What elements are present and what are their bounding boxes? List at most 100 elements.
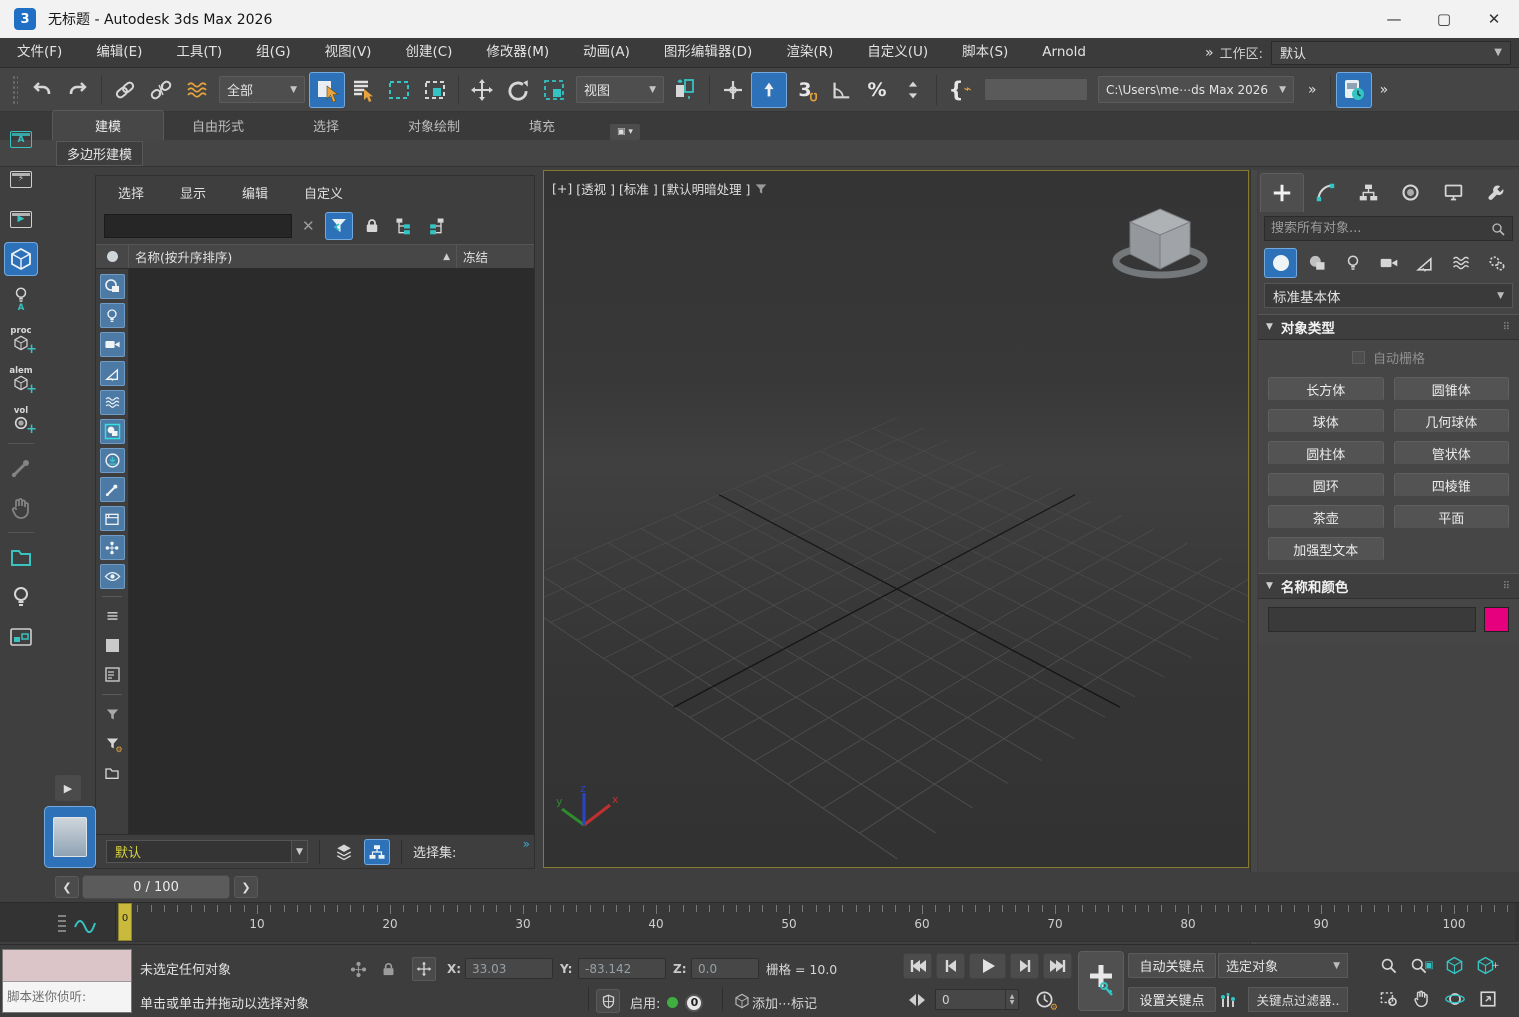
selection-filter-dropdown[interactable]: 全部 ▼: [219, 76, 305, 103]
maximize-button[interactable]: ▢: [1419, 0, 1469, 38]
display-biped-toggle[interactable]: [100, 535, 125, 560]
angle-snap-toggle-icon[interactable]: [823, 72, 859, 108]
ribbon-tab-object-paint[interactable]: 对象绘制: [380, 111, 488, 140]
menu-overflow-chevron[interactable]: »: [1205, 45, 1212, 61]
scene-explorer-toggle-button[interactable]: [44, 806, 96, 868]
viewport-menu-standard[interactable]: [标准 ]: [619, 179, 658, 198]
display-groups-toggle[interactable]: [100, 419, 125, 444]
rectangular-selection-region-button[interactable]: [381, 72, 417, 108]
open-curve-editor-button[interactable]: [56, 909, 102, 937]
per-view-filter-icon[interactable]: [754, 182, 768, 196]
category-systems[interactable]: [1480, 248, 1513, 278]
arnold-volume-icon[interactable]: vol+: [4, 402, 38, 436]
menu-customize[interactable]: 自定义(U): [850, 38, 945, 67]
explorer-menu-edit[interactable]: 编辑: [242, 183, 268, 202]
timeline-playhead[interactable]: 0: [118, 903, 132, 941]
select-and-link-icon[interactable]: [107, 72, 143, 108]
toolbar-overflow-chevron[interactable]: »: [1308, 82, 1315, 98]
absolute-relative-toggle[interactable]: [412, 957, 436, 981]
maximize-viewport-icon[interactable]: [1471, 982, 1504, 1015]
ribbon-minimize-button[interactable]: ▣ ▾: [610, 124, 640, 140]
play-button[interactable]: [969, 953, 1006, 979]
menu-rendering[interactable]: 渲染(R): [769, 38, 850, 67]
maxtoa-active-tool-icon[interactable]: [4, 242, 38, 276]
arnold-light-icon[interactable]: A: [4, 282, 38, 316]
create-pyramid-button[interactable]: 四棱锥: [1394, 473, 1510, 497]
maxscript-mini-listener[interactable]: 脚本迷你侦听:: [2, 949, 132, 1013]
tab-display[interactable]: [1433, 173, 1475, 212]
menu-file[interactable]: 文件(F): [0, 38, 79, 67]
menu-group[interactable]: 组(G): [239, 38, 308, 67]
display-hidden-toggle[interactable]: [100, 564, 125, 589]
category-cameras[interactable]: [1372, 248, 1405, 278]
app-icon[interactable]: 3: [14, 8, 36, 30]
new-container-button[interactable]: [100, 760, 125, 785]
display-cameras-toggle[interactable]: [100, 332, 125, 357]
manage-views-icon[interactable]: [4, 620, 38, 654]
percent-snap-toggle-icon[interactable]: %: [859, 72, 895, 108]
create-cone-button[interactable]: 圆锥体: [1394, 377, 1510, 401]
light-lister-icon[interactable]: [4, 580, 38, 614]
ribbon-tab-freeform[interactable]: 自由形式: [164, 111, 272, 140]
clear-search-icon[interactable]: ✕: [298, 217, 319, 235]
detail-view-button[interactable]: [100, 662, 125, 687]
name-color-rollout-header[interactable]: ▼ 名称和颜色 ⠿: [1258, 573, 1519, 599]
window-crossing-toggle[interactable]: [417, 72, 453, 108]
spinner-snap-toggle-icon[interactable]: [895, 72, 931, 108]
menu-create[interactable]: 创建(C): [388, 38, 469, 67]
object-color-swatch[interactable]: [1484, 607, 1509, 632]
undo-button[interactable]: [24, 72, 60, 108]
column-name-header[interactable]: 名称(按升序排序)▲: [129, 247, 456, 266]
create-torus-button[interactable]: 圆环: [1268, 473, 1384, 497]
next-key-button[interactable]: [1010, 953, 1039, 979]
pan-icon[interactable]: [1405, 982, 1438, 1015]
z-coordinate-field[interactable]: [691, 958, 759, 979]
collapse-hierarchy-icon[interactable]: [423, 213, 449, 239]
select-by-name-button[interactable]: [345, 72, 381, 108]
render-view-window-icon[interactable]: A: [4, 122, 38, 156]
listener-macro-line[interactable]: [3, 950, 131, 982]
named-selection-sets-button[interactable]: {⌁: [942, 72, 978, 108]
expand-hierarchy-icon[interactable]: [391, 213, 417, 239]
state-sets-window-icon[interactable]: ⚡: [4, 162, 38, 196]
filter-config-button[interactable]: ⚙: [100, 731, 125, 756]
lock-selection-icon[interactable]: [359, 213, 385, 239]
arnold-alembic-icon[interactable]: alem+: [4, 362, 38, 396]
dock-flyout-button[interactable]: ▶: [55, 775, 81, 801]
menu-graph-editors[interactable]: 图形编辑器(D): [647, 38, 769, 67]
viewport-menu-shading[interactable]: [默认明暗处理 ]: [662, 179, 751, 198]
menu-tools[interactable]: 工具(T): [159, 38, 239, 67]
tab-hierarchy[interactable]: [1347, 173, 1389, 212]
create-cylinder-button[interactable]: 圆柱体: [1268, 441, 1384, 465]
select-and-place-button[interactable]: [751, 72, 787, 108]
select-and-move-button[interactable]: [464, 72, 500, 108]
y-coordinate-field[interactable]: [578, 958, 666, 979]
create-tube-button[interactable]: 管状体: [1394, 441, 1510, 465]
footer-overflow-chevron[interactable]: »: [523, 837, 528, 851]
orbit-icon[interactable]: [1438, 982, 1471, 1015]
spinner-arrows-icon[interactable]: ▲▼: [1005, 990, 1018, 1009]
shield-icon[interactable]: [596, 989, 620, 1013]
containers-folder-icon[interactable]: [4, 540, 38, 574]
category-spacewarps[interactable]: [1444, 248, 1477, 278]
previous-key-button[interactable]: [936, 953, 965, 979]
tab-create[interactable]: [1260, 173, 1304, 212]
menu-scripting[interactable]: 脚本(S): [945, 38, 1025, 67]
use-pivot-center-button[interactable]: [668, 72, 704, 108]
select-object-button[interactable]: [309, 72, 345, 108]
explorer-menu-select[interactable]: 选择: [118, 183, 144, 202]
key-mode-toggle[interactable]: [905, 988, 929, 1012]
zoom-extents-icon[interactable]: [1438, 949, 1471, 982]
menu-arnold[interactable]: Arnold: [1025, 38, 1103, 67]
render-setup-button[interactable]: [1336, 72, 1372, 108]
toolbar-drag-handle[interactable]: [12, 75, 18, 105]
scene-object-list[interactable]: [129, 269, 534, 834]
minimize-button[interactable]: —: [1369, 0, 1419, 38]
create-plane-button[interactable]: 平面: [1394, 505, 1510, 529]
perspective-viewport[interactable]: [+] [透视 ] [标准 ] [默认明暗处理 ] x y z: [543, 170, 1249, 868]
named-selection-input[interactable]: [984, 78, 1088, 101]
workspace-dropdown[interactable]: 默认 ▼: [1271, 41, 1511, 65]
time-configuration-button[interactable]: ⚙: [1032, 987, 1056, 1011]
view-cube[interactable]: [1100, 193, 1220, 305]
select-and-rotate-button[interactable]: [500, 72, 536, 108]
